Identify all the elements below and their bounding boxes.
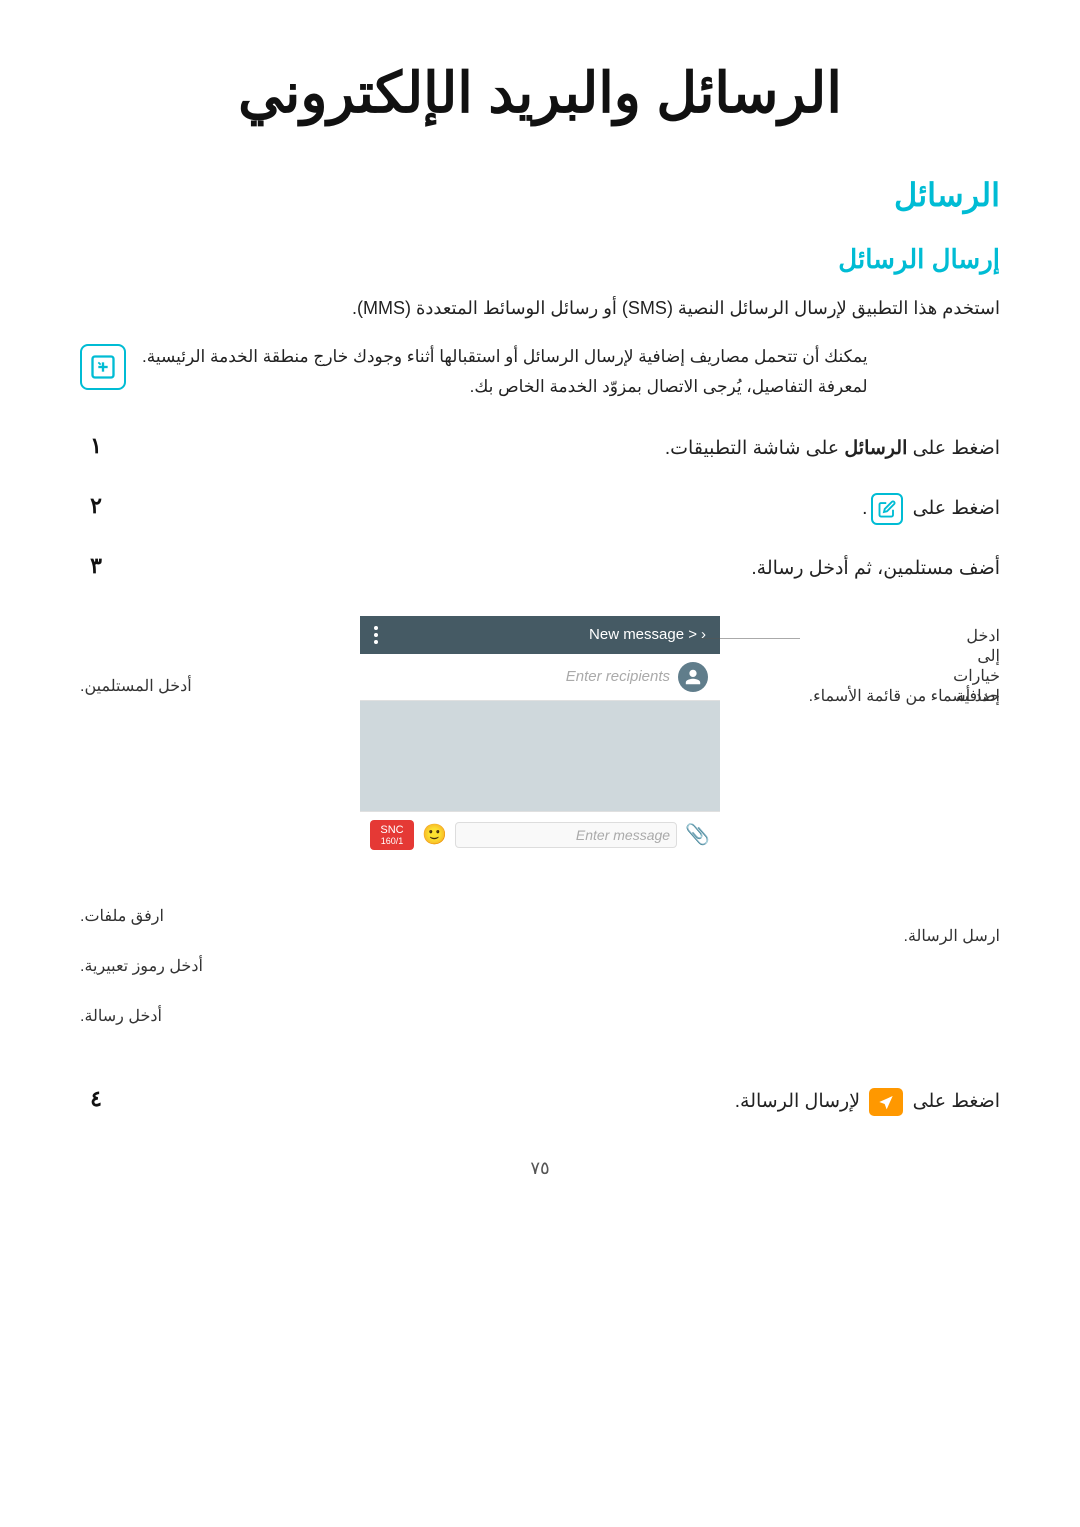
ann-enter-message: أدخل رسالة. — [80, 1008, 162, 1025]
phone-more-button[interactable] — [374, 626, 378, 644]
step-2-number: ٢ — [80, 493, 112, 519]
phone-recipients-row: Enter recipients — [360, 654, 720, 701]
phone-header: ‹ < New message — [360, 616, 720, 654]
page-footer: ٧٥ — [80, 1158, 1000, 1179]
note-text-1: يمكنك أن تتحمل مصاريف إضافية لإرسال الرس… — [142, 342, 868, 373]
phone-body — [360, 701, 720, 811]
send-icon-inline — [869, 1088, 903, 1116]
diagram-area: ‹ < New message Enter recipients 📎 Enter… — [80, 616, 1000, 1046]
edit-icon-inline — [871, 493, 903, 525]
ann-emoji: أدخل رموز تعبيرية. — [80, 958, 203, 975]
step-4-list: ٤ اضغط على لإرسال الرسالة. — [80, 1086, 1000, 1118]
step-3-number: ٣ — [80, 553, 112, 579]
note-text-2: لمعرفة التفاصيل، يُرجى الاتصال بمزوّد ال… — [142, 372, 868, 403]
phone-recipients-input[interactable]: Enter recipients — [372, 668, 670, 685]
section-title: الرسائل — [80, 176, 1000, 214]
step-4-number: ٤ — [80, 1086, 112, 1112]
step-2-text: اضغط على . — [126, 493, 1000, 525]
step-1-text: اضغط على الرسائل على شاشة التطبيقات. — [126, 433, 1000, 465]
phone-send-count: 160/1 — [376, 836, 408, 846]
phone-attach-icon[interactable]: 📎 — [685, 822, 710, 847]
phone-header-title: < New message — [589, 626, 697, 643]
note-icon — [80, 344, 126, 390]
ann-attach-files: ارفق ملفات. — [80, 908, 164, 925]
ann-send-message: ارسل الرسالة. — [904, 928, 1000, 945]
phone-compose-row: 📎 Enter message 🙂 SNC 160/1 — [360, 811, 720, 858]
note-text-block: يمكنك أن تتحمل مصاريف إضافية لإرسال الرس… — [142, 342, 868, 403]
step-4: ٤ اضغط على لإرسال الرسالة. — [80, 1086, 1000, 1118]
phone-compose-input[interactable]: Enter message — [455, 822, 677, 848]
annotation-left-4: أدخل رسالة. — [80, 1006, 162, 1026]
annotation-left-3: أدخل رموز تعبيرية. — [80, 956, 203, 976]
phone-mockup: ‹ < New message Enter recipients 📎 Enter… — [360, 616, 720, 858]
steps-list: ١ اضغط على الرسائل على شاشة التطبيقات. ٢… — [80, 433, 1000, 586]
step-4-text: اضغط على لإرسال الرسالة. — [126, 1086, 1000, 1118]
annotation-left-1: أدخل المستلمين. — [80, 676, 192, 696]
ann-enter-recipients: أدخل المستلمين. — [80, 678, 192, 695]
phone-send-label: SNC — [376, 824, 408, 836]
page-number: ٧٥ — [530, 1158, 549, 1178]
step-2: ٢ اضغط على . — [80, 493, 1000, 525]
phone-emoji-icon[interactable]: 🙂 — [422, 822, 447, 847]
phone-send-button[interactable]: SNC 160/1 — [370, 820, 414, 850]
step-3: ٣ أضف مستلمين، ثم أدخل رسالة. — [80, 553, 1000, 585]
intro-text: استخدم هذا التطبيق لإرسال الرسائل النصية… — [80, 293, 1000, 324]
annotation-right-2: حدد أسماء من قائمة الأسماء. — [809, 686, 1000, 706]
subsection-title: إرسال الرسائل — [80, 244, 1000, 275]
step-1: ١ اضغط على الرسائل على شاشة التطبيقات. — [80, 433, 1000, 465]
note-box: يمكنك أن تتحمل مصاريف إضافية لإرسال الرس… — [80, 342, 1000, 403]
step-1-number: ١ — [80, 433, 112, 459]
phone-back-button[interactable]: ‹ < New message — [589, 626, 706, 643]
step-3-text: أضف مستلمين، ثم أدخل رسالة. — [126, 553, 1000, 585]
annotation-right-3: ارسل الرسالة. — [904, 926, 1000, 946]
ann-contacts-list: حدد أسماء من قائمة الأسماء. — [809, 688, 1000, 705]
main-title: الرسائل والبريد الإلكتروني — [80, 60, 1000, 126]
annotation-left-2: ارفق ملفات. — [80, 906, 164, 926]
phone-contacts-icon[interactable] — [678, 662, 708, 692]
